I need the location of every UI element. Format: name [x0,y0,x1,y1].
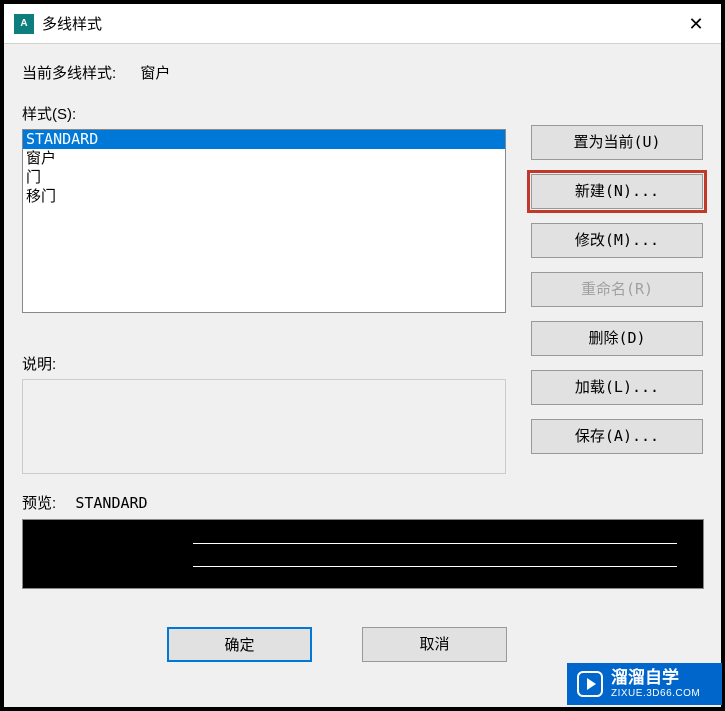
preview-style-name: STANDARD [75,494,147,512]
app-icon: A [14,14,34,34]
title-bar: A 多线样式 ✕ [4,4,721,44]
cancel-button[interactable]: 取消 [362,627,507,662]
styles-label: 样式(S): [22,103,506,124]
styles-listbox[interactable]: STANDARD 窗户 门 移门 [22,129,506,313]
rename-button: 重命名(R) [531,272,703,307]
set-current-button[interactable]: 置为当前(U) [531,125,703,160]
watermark-text: 溜溜自学 ZIXUE.3D66.COM [611,669,700,699]
watermark: 溜溜自学 ZIXUE.3D66.COM [567,663,722,705]
new-button[interactable]: 新建(N)... [531,174,703,209]
dialog-content: 当前多线样式: 窗户 样式(S): STANDARD 窗户 门 移门 说明: 置… [4,44,721,680]
dialog-window: A 多线样式 ✕ 当前多线样式: 窗户 样式(S): STANDARD 窗户 门… [3,3,722,708]
save-button[interactable]: 保存(A)... [531,419,703,454]
preview-line-bottom [193,566,677,567]
dialog-title: 多线样式 [42,13,102,34]
list-item[interactable]: STANDARD [23,130,505,149]
modify-button[interactable]: 修改(M)... [531,223,703,258]
delete-button[interactable]: 删除(D) [531,321,703,356]
watermark-brand: 溜溜自学 [611,669,700,688]
description-label: 说明: [22,353,506,374]
ok-button[interactable]: 确定 [167,627,312,662]
watermark-url: ZIXUE.3D66.COM [611,688,700,699]
preview-box [22,519,704,589]
current-style-label: 当前多线样式: 窗户 [22,62,703,83]
current-label-text: 当前多线样式: [22,65,116,82]
list-item[interactable]: 窗户 [23,149,505,168]
footer-buttons: 确定 取消 [22,627,703,662]
current-style-value: 窗户 [140,65,170,82]
list-item[interactable]: 移门 [23,187,505,206]
close-icon[interactable]: ✕ [671,4,721,44]
load-button[interactable]: 加载(L)... [531,370,703,405]
preview-label: 预览: STANDARD [22,492,703,513]
preview-label-text: 预览: [22,495,56,512]
play-icon [577,671,603,697]
preview-line-top [193,543,677,544]
description-area [22,379,506,474]
list-item[interactable]: 门 [23,168,505,187]
